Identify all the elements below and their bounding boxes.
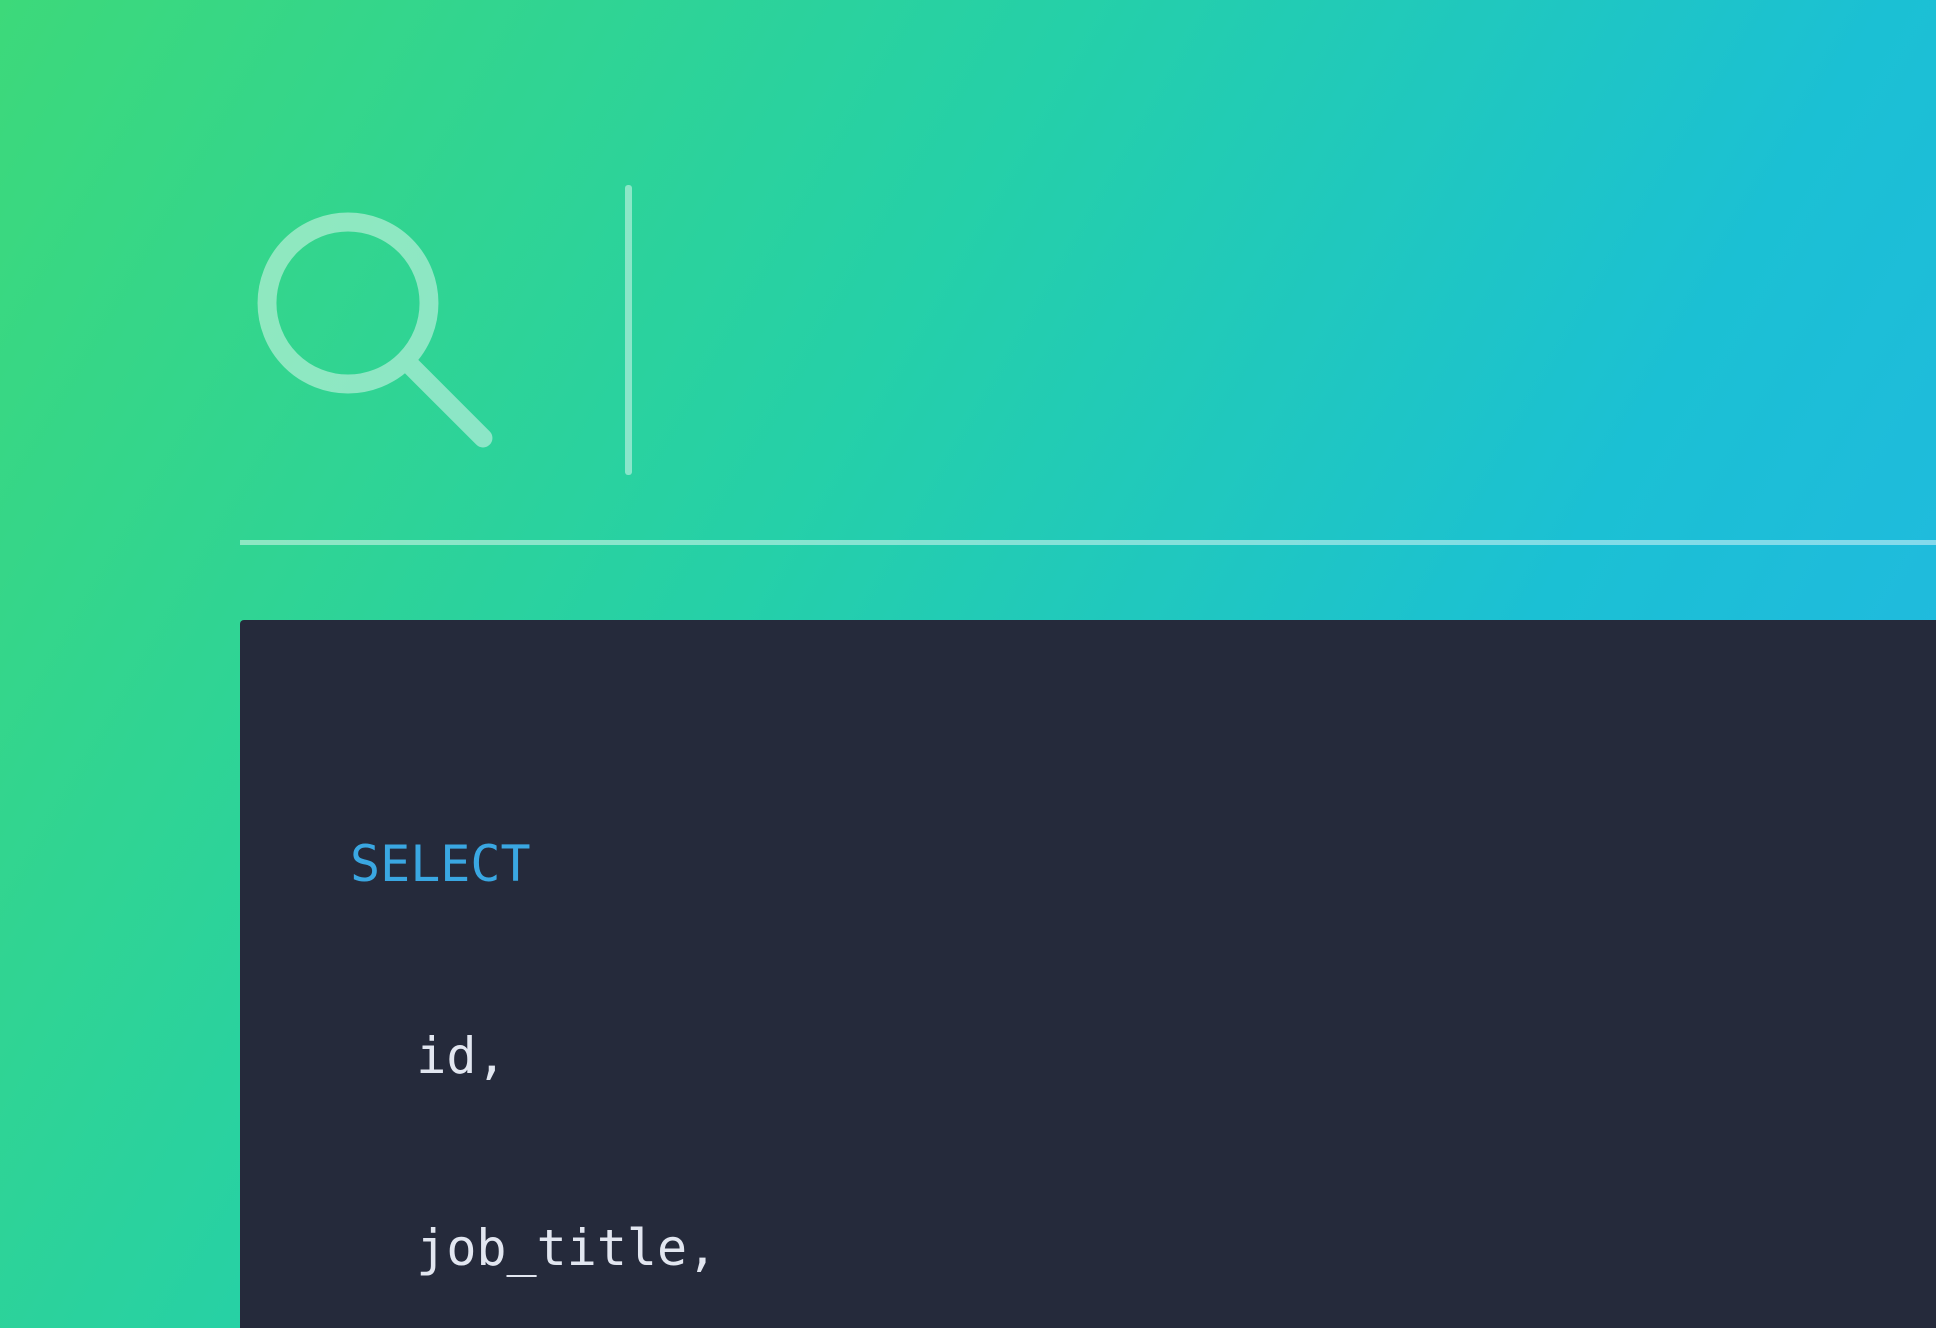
column-id: id — [416, 1027, 476, 1085]
search-icon — [240, 190, 520, 470]
select-keyword: SELECT — [350, 835, 531, 893]
comma: , — [476, 1027, 506, 1085]
comma: , — [687, 1219, 717, 1277]
sql-code-panel: SELECT id, job_title, multiMatchAllIndic… — [240, 620, 1936, 1328]
search-underline — [240, 540, 1936, 545]
column-job-title: job_title — [416, 1219, 687, 1277]
search-bar[interactable] — [240, 170, 1936, 490]
text-cursor — [625, 185, 632, 475]
